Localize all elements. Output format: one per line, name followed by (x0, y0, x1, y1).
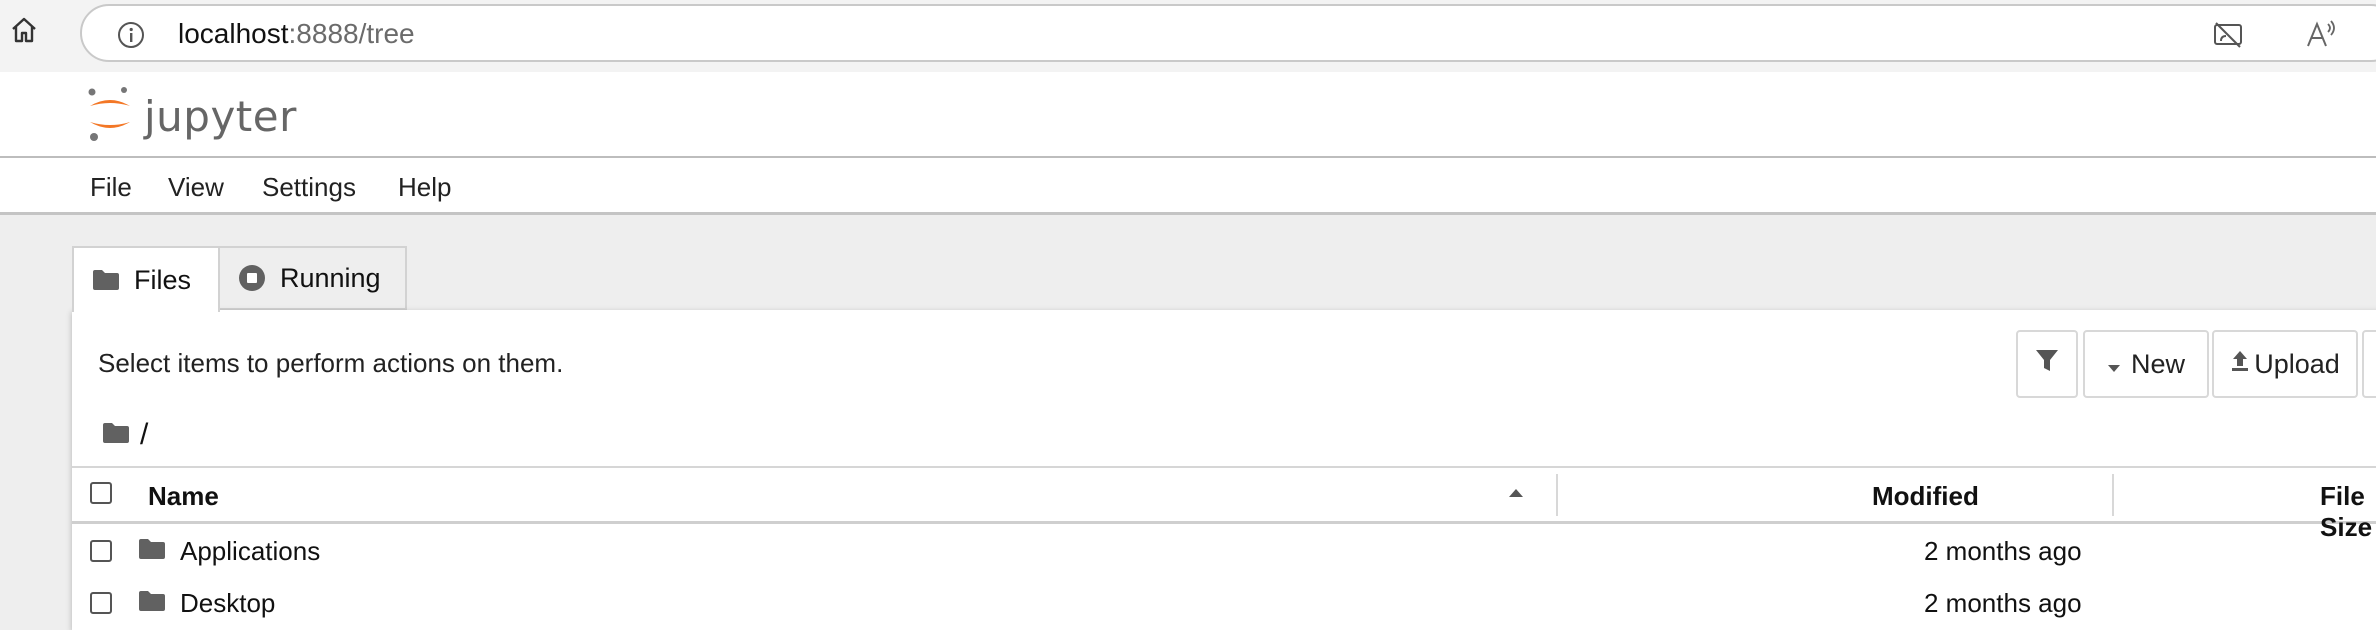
upload-icon (2230, 349, 2250, 380)
filter-icon (2035, 348, 2059, 381)
info-icon[interactable] (116, 20, 146, 55)
browser-toolbar: localhost:8888/tree (0, 0, 2376, 72)
menu-bar: File View Settings Help (0, 158, 2376, 215)
url-text[interactable]: localhost:8888/tree (178, 18, 415, 50)
table-row[interactable]: Desktop 2 months ago (72, 576, 2376, 630)
home-button[interactable] (6, 14, 42, 50)
file-name[interactable]: Applications (180, 536, 320, 567)
menu-view[interactable]: View (168, 172, 224, 203)
menu-help[interactable]: Help (398, 172, 451, 203)
column-divider[interactable] (1556, 474, 1558, 516)
jupyter-header: jupyter (0, 72, 2376, 158)
new-button[interactable]: New (2083, 330, 2209, 398)
column-modified[interactable]: Modified (1872, 481, 1979, 512)
home-folder-icon[interactable] (102, 418, 130, 452)
home-icon (9, 15, 39, 50)
jupyter-logo-icon (86, 86, 134, 147)
file-browser-panel: Select items to perform actions on them.… (72, 310, 2376, 630)
file-list-header: Name Modified File Size (72, 466, 2376, 542)
tab-files-label: Files (134, 264, 192, 295)
menu-file[interactable]: File (90, 172, 132, 203)
new-button-label: New (2130, 348, 2185, 379)
row-checkbox[interactable] (90, 540, 112, 562)
stop-circle-icon (238, 264, 266, 292)
menu-settings[interactable]: Settings (262, 172, 356, 203)
table-row[interactable]: Applications 2 months ago (72, 524, 2376, 578)
upload-button[interactable]: Upload (2212, 330, 2358, 398)
breadcrumb-root[interactable]: / (140, 418, 148, 452)
sort-ascending-icon[interactable] (1508, 486, 1524, 504)
folder-icon (138, 538, 166, 565)
tab-running-label: Running (280, 262, 381, 293)
read-aloud-icon[interactable] (2304, 18, 2338, 57)
folder-icon (92, 269, 120, 291)
column-name[interactable]: Name (148, 481, 219, 512)
jupyter-logo[interactable]: jupyter (86, 86, 297, 147)
folder-icon (138, 590, 166, 617)
file-modified: 2 months ago (1924, 588, 2082, 618)
file-modified: 2 months ago (1924, 536, 2082, 566)
row-checkbox[interactable] (90, 592, 112, 614)
selection-hint: Select items to perform actions on them. (98, 348, 564, 378)
tab-files[interactable]: Files (72, 246, 220, 312)
jupyter-logo-text: jupyter (144, 92, 297, 141)
tab-running[interactable]: Running (220, 246, 407, 310)
caret-down-icon (2107, 349, 2121, 380)
url-path: :8888/tree (288, 18, 415, 49)
column-divider[interactable] (2112, 474, 2114, 516)
filter-button[interactable] (2016, 330, 2078, 398)
select-all-checkbox[interactable] (90, 482, 112, 504)
breadcrumb: / (102, 418, 148, 452)
file-name[interactable]: Desktop (180, 588, 275, 619)
url-host: localhost (178, 18, 289, 49)
refresh-button[interactable] (2362, 330, 2376, 398)
address-bar[interactable]: localhost:8888/tree (80, 4, 2376, 62)
upload-button-label: Upload (2254, 348, 2340, 379)
cast-off-icon[interactable] (2212, 20, 2244, 55)
